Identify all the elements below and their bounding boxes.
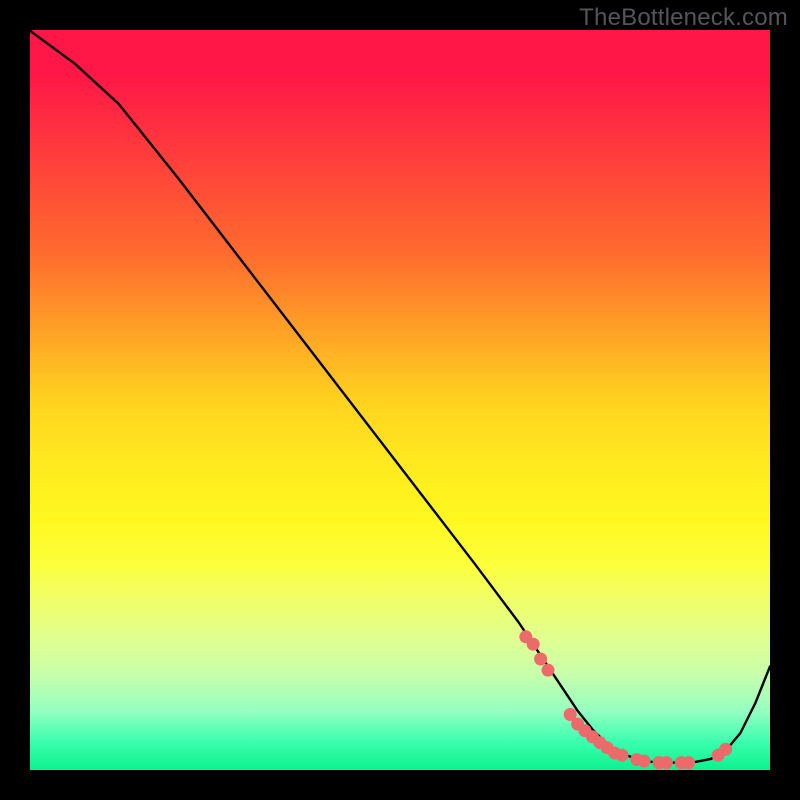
- watermark-text: TheBottleneck.com: [579, 4, 788, 32]
- marked-points-group: [519, 630, 732, 769]
- chart-curve: [30, 31, 770, 763]
- data-point: [534, 653, 547, 666]
- curve-layer: [30, 30, 770, 770]
- data-point: [616, 749, 629, 762]
- data-point: [719, 743, 732, 756]
- chart-frame: TheBottleneck.com: [0, 0, 800, 800]
- data-point: [638, 755, 651, 768]
- data-point: [682, 756, 695, 769]
- data-point: [527, 638, 540, 651]
- data-point: [542, 664, 555, 677]
- plot-area: [30, 30, 770, 770]
- data-point: [660, 756, 673, 769]
